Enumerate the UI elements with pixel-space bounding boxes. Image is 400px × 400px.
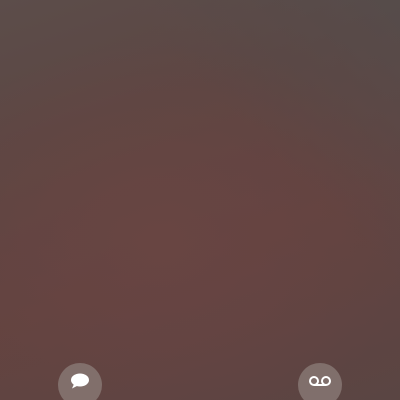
speech-bubble-icon <box>69 372 91 390</box>
message-button[interactable] <box>58 363 102 400</box>
voicemail-button[interactable] <box>298 363 342 400</box>
call-screen-background <box>0 0 400 400</box>
voicemail-icon <box>308 375 332 387</box>
